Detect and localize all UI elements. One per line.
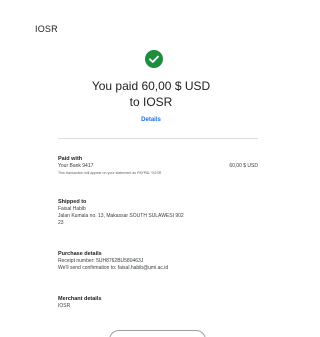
paid-with-section: Paid with Your Bank 9417 60,00 $ USD Thi… [58, 155, 258, 176]
bottom-action-button[interactable] [109, 330, 206, 337]
merchant-name: IOSR [58, 303, 71, 309]
statement-note: This transaction will appear on your sta… [58, 171, 162, 175]
payment-amount-text: You paid 60,00 $ USD [91, 79, 211, 93]
merchant-details-section: Merchant details IOSR [58, 295, 258, 310]
divider [58, 138, 258, 139]
page-title: IOSR [35, 24, 58, 34]
merchant-details-title: Merchant details [58, 296, 102, 302]
receipt-number: Receipt number: 5UH8762BU580463J [58, 258, 144, 264]
purchase-details-section: Purchase details Receipt number: 5UH8762… [58, 250, 258, 272]
confirmation-email: We'll send confirmation to: faisal.habib… [58, 265, 169, 271]
payment-method-amount: 60,00 $ USD [229, 163, 258, 169]
success-check-icon [145, 50, 163, 68]
payment-recipient-text: to IOSR [129, 95, 173, 109]
paid-with-title: Paid with [58, 156, 83, 162]
address-line-1: Jalan Kumala no. 13, Makassar SOUTH SULA… [58, 213, 184, 219]
shipped-to-section: Shipped to Faisal Habib Jalan Kumala no.… [58, 198, 258, 227]
payment-method: Your Bank 9417 [58, 163, 94, 169]
payment-method-row: Your Bank 9417 60,00 $ USD [58, 163, 258, 170]
shipped-to-title: Shipped to [58, 199, 87, 205]
address-line-2: 23 [58, 220, 64, 226]
details-link[interactable]: Details [0, 117, 302, 123]
recipient-name: Faisal Habib [58, 206, 86, 212]
purchase-details-title: Purchase details [58, 251, 102, 257]
